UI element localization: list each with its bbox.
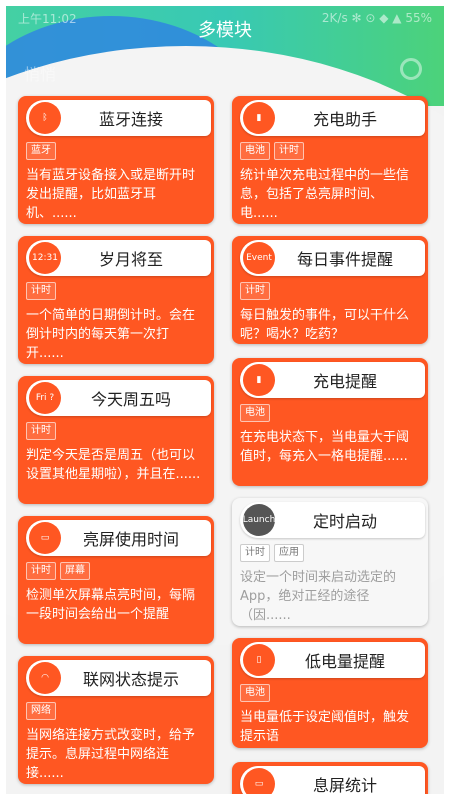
- module-tag: 应用: [274, 544, 304, 562]
- module-card[interactable]: ▭ 息屏统计: [232, 762, 428, 795]
- module-card-header: Launch 定时启动: [240, 502, 425, 538]
- module-description: 当网络连接方式改变时，给予提示。息屏过程中网络连接......: [26, 728, 196, 781]
- module-tags: 计时 屏幕: [26, 562, 90, 580]
- icon-glyph: Fri ?: [35, 393, 55, 403]
- calendar-icon: 12:31: [29, 242, 61, 274]
- page-subtitle: 悄悄: [24, 65, 57, 84]
- icon-glyph: ▭: [40, 533, 50, 543]
- module-tag: 计时: [240, 544, 270, 562]
- module-card-header: ▮ 充电助手: [240, 100, 425, 136]
- module-title: 充电提醒: [312, 372, 377, 391]
- module-tag: 电池: [240, 684, 270, 702]
- module-tags: 网络: [26, 702, 56, 720]
- module-title: 每日事件提醒: [296, 250, 393, 269]
- module-tag: 蓝牙: [26, 142, 56, 160]
- module-title: 亮屏使用时间: [82, 530, 179, 549]
- module-tag: 计时: [26, 422, 56, 440]
- module-tag: 计时: [274, 142, 304, 160]
- module-description: 判定今天是否是周五（也可以设置其他星期啦），并且在......: [26, 448, 201, 482]
- wifi-icon: ◠: [29, 662, 61, 694]
- module-title: 低电量提醒: [304, 652, 385, 671]
- module-card[interactable]: ◠ 联网状态提示网络当网络连接方式改变时，给予提示。息屏过程中网络连接......: [18, 656, 214, 784]
- module-tags: 蓝牙: [26, 142, 56, 160]
- low-battery-icon: ▯: [243, 644, 275, 676]
- module-title: 蓝牙连接: [98, 110, 163, 129]
- event-icon: Event: [243, 242, 275, 274]
- module-description: 当有蓝牙设备接入或是断开时发出提醒，比如蓝牙耳机、......: [26, 168, 196, 221]
- module-description: 在充电状态下，当电量大于阈值时，每充入一格电提醒......: [240, 430, 410, 464]
- module-description: 检测单次屏幕点亮时间，每隔一段时间会给出一个提醒: [26, 588, 196, 622]
- module-title: 联网状态提示: [82, 670, 179, 689]
- module-card-header: ▭ 亮屏使用时间: [26, 520, 211, 556]
- module-tag: 电池: [240, 404, 270, 422]
- icon-glyph: ▭: [254, 779, 264, 789]
- module-card[interactable]: Event 每日事件提醒计时每日触发的事件，可以干什么呢？喝水？吃药？: [232, 236, 428, 344]
- icon-glyph: ▮: [256, 113, 262, 123]
- module-card[interactable]: Launch 定时启动 计时 应用 设定一个时间来启动选定的App，绝对正经的途径（因.…: [232, 498, 428, 626]
- module-card-header: ▮ 充电提醒: [240, 362, 425, 398]
- module-tags: 计时: [26, 282, 56, 300]
- icon-glyph: 12:31: [32, 253, 58, 263]
- module-description: 一个简单的日期倒计时。会在倒计时内的每天第一次打开......: [26, 308, 196, 361]
- module-card[interactable]: Fri ? 今天周五吗计时判定今天是否是周五（也可以设置其他星期啦），并且在...…: [18, 376, 214, 504]
- module-tag: 屏幕: [60, 562, 90, 580]
- module-tag: 网络: [26, 702, 56, 720]
- module-description: 当电量低于设定阈值时，触发提示语: [240, 710, 410, 744]
- module-card-header: ᛒ 蓝牙连接: [26, 100, 211, 136]
- app-frame: 上午11:02 2K/s ✻ ⊙ ◆ ▲ 55% 多模块 悄悄 ᛒ 蓝牙连接 蓝牙当…: [0, 0, 450, 800]
- charging-icon: ▮: [243, 364, 275, 396]
- module-description: 每日触发的事件，可以干什么呢？喝水？吃药？: [240, 308, 410, 342]
- module-title: 今天周五吗: [90, 390, 171, 409]
- icon-glyph: Event: [246, 253, 272, 263]
- icon-glyph: Launch: [242, 515, 276, 525]
- module-description: 设定一个时间来启动选定的App，绝对正经的途径（因......: [240, 570, 397, 623]
- module-card[interactable]: ▭ 亮屏使用时间计时 屏幕检测单次屏幕点亮时间，每隔一段时间会给出一个提醒: [18, 516, 214, 644]
- module-card-header: Fri ? 今天周五吗: [26, 380, 211, 416]
- module-title: 岁月将至: [98, 250, 163, 269]
- icon-glyph: ◠: [41, 673, 49, 683]
- module-card[interactable]: 12:31 岁月将至计时一个简单的日期倒计时。会在倒计时内的每天第一次打开....…: [18, 236, 214, 364]
- module-tag: 电池: [240, 142, 270, 160]
- friday-icon: Fri ?: [29, 382, 61, 414]
- launch-icon: Launch: [243, 504, 275, 536]
- module-tags: 电池 计时: [240, 142, 304, 160]
- module-tag: 计时: [240, 282, 270, 300]
- module-title: 定时启动: [312, 512, 377, 531]
- icon-glyph: ▮: [256, 375, 262, 385]
- module-card-header: Event 每日事件提醒: [240, 240, 425, 276]
- module-title: 息屏统计: [312, 776, 377, 795]
- screen-off-icon: ▭: [243, 768, 275, 794]
- module-card[interactable]: ▮ 充电助手 电池 计时 统计单次充电过程中的一些信息，包括了总亮屏时间、电......: [232, 96, 428, 224]
- module-card-header: ▯ 低电量提醒: [240, 642, 425, 678]
- module-card[interactable]: ▮ 充电提醒电池在充电状态下，当电量大于阈值时，每充入一格电提醒......: [232, 358, 428, 486]
- module-tags: 电池: [240, 684, 270, 702]
- module-tag: 计时: [26, 562, 56, 580]
- page-title: 多模块: [198, 20, 252, 41]
- screen-time-icon: ▭: [29, 522, 61, 554]
- icon-glyph: ▯: [256, 655, 262, 665]
- module-tags: 计时: [240, 282, 270, 300]
- module-card-header: ▭ 息屏统计: [240, 766, 425, 795]
- bluetooth-icon: ᛒ: [29, 102, 61, 134]
- icon-glyph: ᛒ: [42, 113, 48, 123]
- module-title: 充电助手: [312, 110, 377, 129]
- module-description: 统计单次充电过程中的一些信息，包括了总亮屏时间、电......: [240, 168, 410, 221]
- module-card-header: 12:31 岁月将至: [26, 240, 211, 276]
- module-tags: 电池: [240, 404, 270, 422]
- module-tag: 计时: [26, 282, 56, 300]
- module-tags: 计时 应用: [240, 544, 304, 562]
- module-card[interactable]: ▯ 低电量提醒电池当电量低于设定阈值时，触发提示语: [232, 638, 428, 748]
- module-tags: 计时: [26, 422, 56, 440]
- module-card[interactable]: ᛒ 蓝牙连接蓝牙当有蓝牙设备接入或是断开时发出提醒，比如蓝牙耳机、......: [18, 96, 214, 224]
- module-card-header: ◠ 联网状态提示: [26, 660, 211, 696]
- battery-icon: ▮: [243, 102, 275, 134]
- toggle-circle-button[interactable]: [400, 58, 422, 80]
